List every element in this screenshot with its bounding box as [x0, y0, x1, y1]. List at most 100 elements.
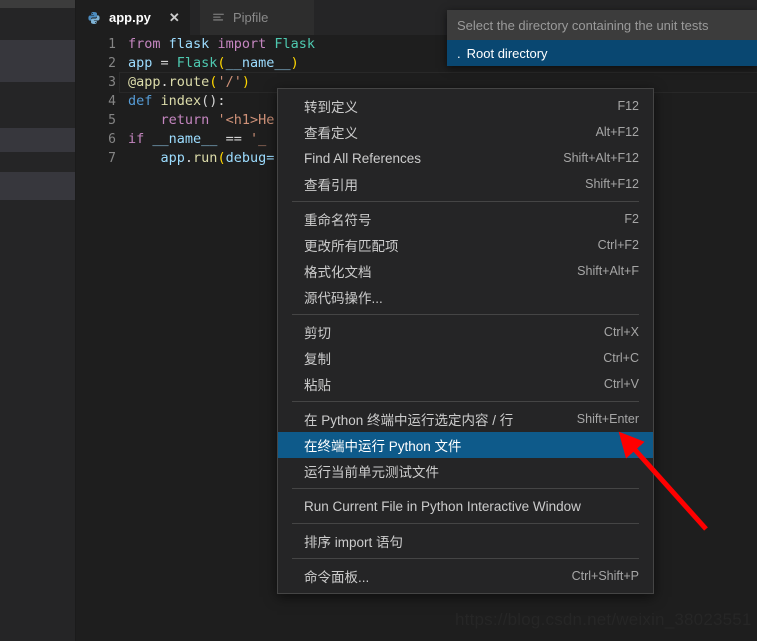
code-token: Flask [274, 36, 315, 52]
code-line-text: app.run(debug= [128, 149, 275, 168]
code-token: __name__ [152, 131, 218, 147]
line-number: 6 [108, 132, 116, 147]
code-line-text: if __name__ == '_ [128, 130, 266, 149]
code-token: ( [217, 150, 226, 166]
menu-item[interactable]: 重命名符号 F2 [278, 206, 653, 232]
menu-separator [292, 201, 639, 202]
menu-item-label: 粘贴 [304, 378, 331, 393]
code-line-text: def index(): [128, 92, 226, 111]
menu-item-shortcut: Ctrl+V [603, 377, 639, 391]
code-token: . [184, 150, 194, 166]
line-number: 1 [108, 37, 116, 52]
menu-item[interactable]: 在终端中运行 Python 文件 [278, 432, 653, 458]
menu-item-shortcut: Shift+Alt+F [577, 264, 639, 278]
code-line-text: app = Flask(__name__) [128, 54, 299, 73]
menu-item-label: 格式化文档 [304, 265, 372, 280]
menu-item-shortcut: Ctrl+C [603, 351, 639, 365]
code-token: index [160, 93, 202, 109]
line-number: 3 [108, 75, 116, 90]
sidebar-top-bar [0, 0, 76, 8]
menu-item-label: 剪切 [304, 326, 331, 341]
menu-item[interactable]: 命令面板... Ctrl+Shift+P [278, 563, 653, 589]
code-token: return [160, 112, 210, 128]
menu-item[interactable]: 排序 import 语句 [278, 528, 653, 554]
code-line-text: return '<h1>He [128, 111, 275, 130]
menu-item-label: Run Current File in Python Interactive W… [304, 498, 581, 514]
menu-item[interactable]: 查看定义 Alt+F12 [278, 119, 653, 145]
menu-item-label: 转到定义 [304, 100, 358, 115]
watermark-text: https://blog.csdn.net/weixin_38023551 [455, 610, 752, 629]
menu-item-label: 命令面板... [304, 570, 370, 585]
quick-pick-item-root-directory[interactable]: . Root directory [447, 40, 757, 66]
code-token: app [160, 150, 185, 166]
menu-item[interactable]: 运行当前单元测试文件 [278, 458, 653, 484]
menu-separator [292, 488, 639, 489]
quick-pick-item-prefix: . [457, 45, 461, 61]
menu-item[interactable]: 查看引用 Shift+F12 [278, 171, 653, 197]
code-token: run [193, 150, 218, 166]
menu-item[interactable]: 粘贴 Ctrl+V [278, 371, 653, 397]
explorer-sidebar[interactable] [0, 0, 76, 641]
menu-item-label: 查看定义 [304, 126, 358, 141]
code-token: debug= [225, 150, 275, 166]
menu-item-shortcut: Ctrl+Shift+P [571, 569, 639, 583]
vscode-window: app.py ✕ Pipfile 1 from flask import Fla… [0, 0, 757, 641]
quick-pick-input[interactable]: Select the directory containing the unit… [447, 10, 757, 40]
code-token: Flask [176, 55, 218, 71]
menu-item-label: Find All References [304, 150, 422, 166]
close-icon[interactable]: ✕ [169, 11, 180, 24]
tab-label: Pipfile [233, 10, 269, 25]
menu-item-shortcut: Shift+F12 [585, 177, 639, 191]
menu-item-label: 复制 [304, 352, 331, 367]
line-number: 7 [108, 151, 116, 166]
quick-pick-dialog[interactable]: Select the directory containing the unit… [447, 10, 757, 66]
menu-separator [292, 314, 639, 315]
code-token: (): [201, 93, 226, 109]
menu-item[interactable]: 格式化文档 Shift+Alt+F [278, 258, 653, 284]
tab-app-py[interactable]: app.py ✕ [76, 0, 190, 35]
sidebar-row-highlight-3[interactable] [0, 172, 76, 200]
code-token: '<h1>He [217, 112, 275, 128]
menu-item[interactable]: Find All References Shift+Alt+F12 [278, 145, 653, 171]
menu-item[interactable]: 剪切 Ctrl+X [278, 319, 653, 345]
menu-item[interactable]: 源代码操作... [278, 284, 653, 310]
quick-pick-item-label: Root directory [466, 45, 548, 61]
line-number: 2 [108, 56, 116, 71]
menu-item-shortcut: F12 [617, 99, 639, 113]
menu-item[interactable]: 转到定义 F12 [278, 93, 653, 119]
code-token: == [217, 131, 250, 147]
menu-separator [292, 523, 639, 524]
tab-pipfile[interactable]: Pipfile [200, 0, 314, 35]
menu-item[interactable]: Run Current File in Python Interactive W… [278, 493, 653, 519]
menu-separator [292, 401, 639, 402]
code-token: ( [217, 55, 226, 71]
menu-item[interactable]: 在 Python 终端中运行选定内容 / 行 Shift+Enter [278, 406, 653, 432]
menu-item-label: 在终端中运行 Python 文件 [304, 439, 462, 454]
code-token: ) [290, 55, 299, 71]
code-token: import [217, 36, 267, 52]
list-file-icon [210, 10, 226, 26]
menu-item-shortcut: Alt+F12 [595, 125, 639, 139]
menu-item-shortcut: Shift+Alt+F12 [563, 151, 639, 165]
menu-item-label: 更改所有匹配项 [304, 239, 399, 254]
menu-item-shortcut: Ctrl+F2 [597, 238, 639, 252]
sidebar-row-highlight-1[interactable] [0, 40, 76, 82]
code-token: app [128, 55, 153, 71]
menu-item[interactable]: 复制 Ctrl+C [278, 345, 653, 371]
python-file-icon [86, 10, 102, 26]
editor-context-menu[interactable]: 转到定义 F12 查看定义 Alt+F12 Find All References Shi… [277, 88, 654, 594]
sidebar-row-highlight-2[interactable] [0, 128, 76, 152]
menu-item-label: 源代码操作... [304, 291, 383, 306]
menu-item-label: 重命名符号 [304, 213, 372, 228]
menu-item-shortcut: Ctrl+X [603, 325, 639, 339]
code-token: def [128, 93, 153, 109]
menu-separator [292, 558, 639, 559]
menu-item-label: 查看引用 [304, 178, 358, 193]
menu-item-label: 排序 import 语句 [304, 535, 404, 550]
code-token: from [128, 36, 161, 52]
menu-item[interactable]: 更改所有匹配项 Ctrl+F2 [278, 232, 653, 258]
